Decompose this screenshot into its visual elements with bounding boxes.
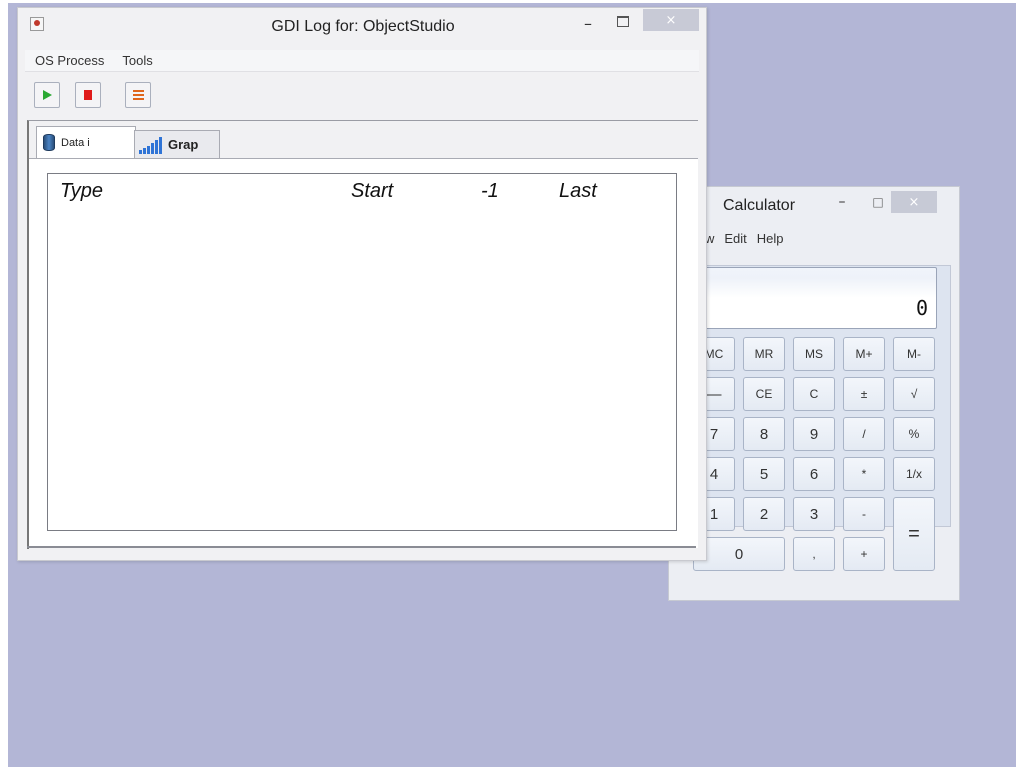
calculator-title: Calculator: [723, 197, 796, 214]
key-equals[interactable]: =: [893, 497, 935, 571]
key-8[interactable]: 8: [743, 417, 785, 451]
tab-graph[interactable]: Grap: [134, 130, 220, 158]
key-subtract[interactable]: -: [843, 497, 885, 531]
key-decimal[interactable]: ,: [793, 537, 835, 571]
key-m-minus[interactable]: M-: [893, 337, 935, 371]
key-3[interactable]: 3: [793, 497, 835, 531]
key-divide[interactable]: /: [843, 417, 885, 451]
column-header-type[interactable]: Type: [60, 180, 103, 203]
log-list-button[interactable]: [125, 82, 151, 108]
key-c[interactable]: C: [793, 377, 835, 411]
column-header-last[interactable]: Last: [559, 180, 597, 203]
key-multiply[interactable]: *: [843, 457, 885, 491]
key-plus-minus[interactable]: ±: [843, 377, 885, 411]
gdi-log-window[interactable]: GDI Log for: ObjectStudio – × OS Process…: [17, 7, 707, 561]
desktop-top-strip: [0, 0, 1016, 3]
window-bottom-border: [27, 546, 696, 548]
data-list[interactable]: [47, 173, 677, 531]
key-mr[interactable]: MR: [743, 337, 785, 371]
key-6[interactable]: 6: [793, 457, 835, 491]
maximize-button[interactable]: [617, 16, 629, 27]
menu-help[interactable]: Help: [757, 231, 784, 246]
column-header-minus-1[interactable]: -1: [481, 180, 499, 203]
calculator-close-button[interactable]: ×: [891, 191, 937, 213]
tab-graph-label: Grap: [168, 137, 199, 152]
key-ce[interactable]: CE: [743, 377, 785, 411]
key-add[interactable]: +: [843, 537, 885, 571]
key-2[interactable]: 2: [743, 497, 785, 531]
key-percent[interactable]: %: [893, 417, 935, 451]
bar-chart-icon: [139, 136, 162, 154]
calculator-window[interactable]: Calculator – □ × w Edit Help 0 MC MR MS …: [668, 186, 960, 601]
calculator-display: 0: [695, 267, 937, 329]
key-sqrt[interactable]: √: [893, 377, 935, 411]
tab-data-label: Data i: [61, 136, 90, 149]
menu-edit[interactable]: Edit: [724, 231, 746, 246]
column-header-start[interactable]: Start: [351, 180, 393, 203]
tab-data[interactable]: Data i: [36, 126, 136, 158]
desktop-left-strip: [0, 0, 8, 767]
key-9[interactable]: 9: [793, 417, 835, 451]
key-m-plus[interactable]: M+: [843, 337, 885, 371]
calculator-minimize-button[interactable]: –: [831, 191, 853, 213]
close-button[interactable]: ×: [643, 9, 699, 31]
stop-button[interactable]: [75, 82, 101, 108]
window-title: GDI Log for: ObjectStudio: [271, 18, 455, 35]
key-5[interactable]: 5: [743, 457, 785, 491]
calculator-maximize-button[interactable]: □: [867, 191, 889, 213]
play-icon: [42, 90, 52, 100]
stop-icon: [84, 90, 92, 100]
calculator-menubar: w Edit Help: [705, 231, 784, 246]
database-icon: [43, 134, 55, 151]
list-icon: [132, 90, 144, 100]
key-ms[interactable]: MS: [793, 337, 835, 371]
menubar: OS Process Tools: [25, 50, 699, 72]
start-button[interactable]: [34, 82, 60, 108]
minimize-button[interactable]: –: [584, 14, 592, 33]
menu-tools[interactable]: Tools: [122, 53, 152, 68]
calculator-display-value: 0: [915, 296, 928, 320]
menu-os-process[interactable]: OS Process: [35, 53, 104, 68]
key-reciprocal[interactable]: 1/x: [893, 457, 935, 491]
